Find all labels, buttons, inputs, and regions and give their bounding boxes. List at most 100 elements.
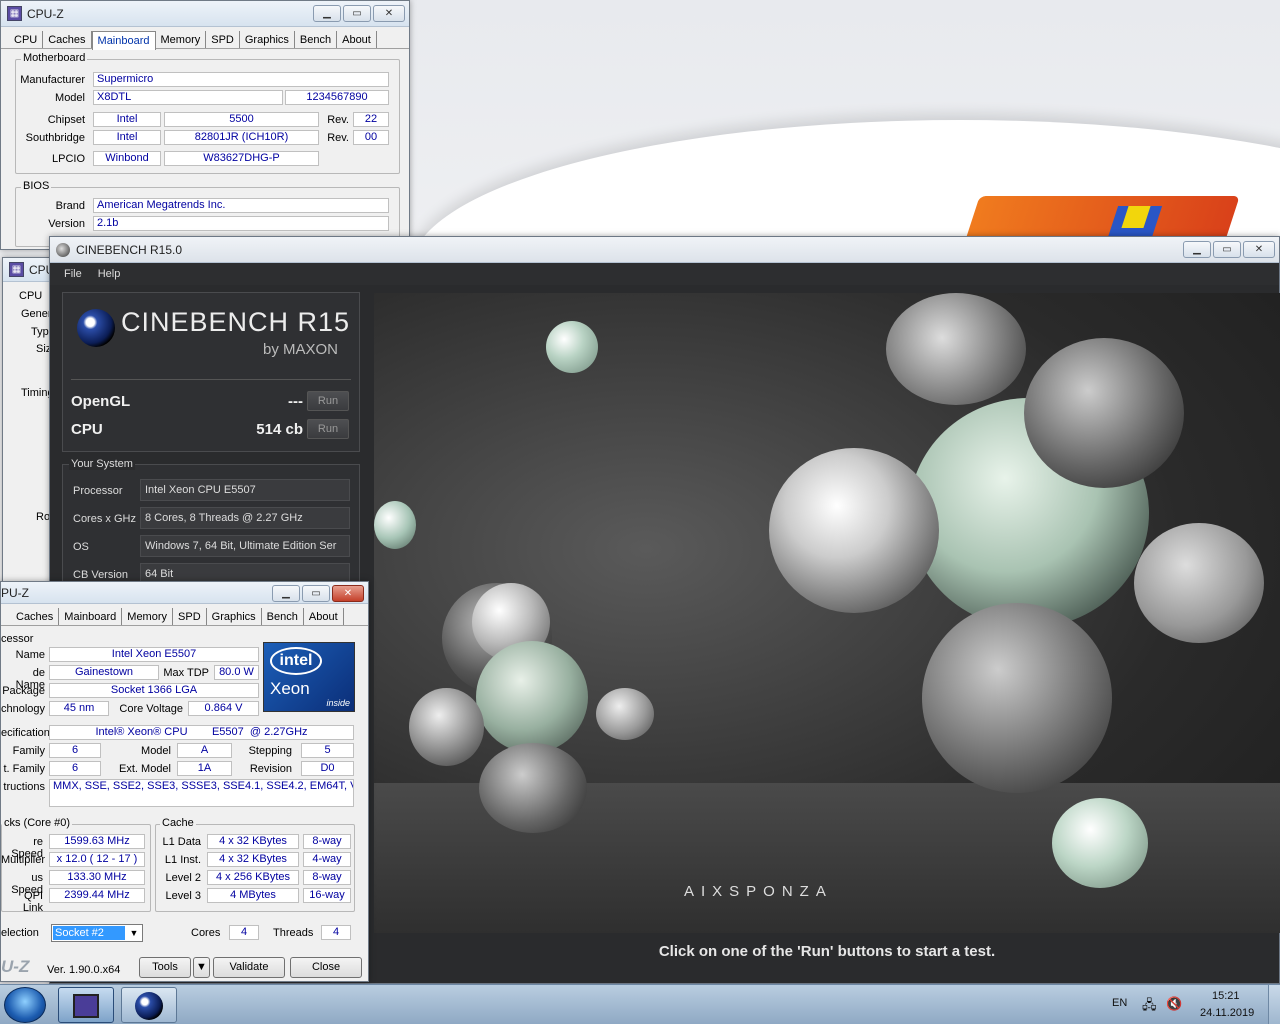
- qpi-link-label: QPI Link: [22, 890, 43, 914]
- tab-about[interactable]: About: [337, 31, 377, 48]
- tools-dropdown-chevron-icon[interactable]: ▼: [193, 957, 210, 978]
- ext-family-value: 6: [49, 761, 101, 776]
- validate-button[interactable]: Validate: [213, 957, 285, 978]
- intel-xeon-logo: intel Xeon inside: [263, 642, 355, 712]
- cpu-run-button[interactable]: Run: [307, 419, 349, 439]
- tab-mainboard[interactable]: Mainboard: [59, 608, 123, 625]
- os-value: Windows 7, 64 Bit, Ultimate Edition Ser: [140, 535, 350, 557]
- cpuz-tabs: Caches Mainboard Memory SPD Graphics Ben…: [1, 604, 368, 626]
- close-button[interactable]: ✕: [373, 5, 405, 22]
- model-serial-value: 1234567890: [285, 90, 389, 105]
- render-sphere: [479, 743, 587, 833]
- minimize-button[interactable]: ▁: [272, 585, 300, 602]
- southbridge-value: 82801JR (ICH10R): [164, 130, 319, 145]
- level2-label: Level 2: [165, 872, 201, 884]
- l1-data-way: 8-way: [303, 834, 351, 849]
- cores-value: 8 Cores, 8 Threads @ 2.27 GHz: [140, 507, 350, 529]
- socket-select[interactable]: Socket #2 ▼: [51, 924, 143, 942]
- instructions-label: tructions: [3, 781, 45, 793]
- score-panel: CINEBENCH R15 by MAXON OpenGL --- Run CP…: [62, 292, 360, 452]
- cpuz-app-icon: ▦: [7, 6, 22, 21]
- taskbar-cinebench-button[interactable]: [121, 987, 177, 1023]
- tab-cpu[interactable]: CPU: [19, 290, 42, 302]
- cpuz-tabs: CPU Caches Mainboard Memory SPD Graphics…: [1, 27, 409, 50]
- volume-muted-icon[interactable]: 🔇: [1166, 996, 1182, 1012]
- name-label: Name: [15, 649, 45, 661]
- chevron-down-icon[interactable]: ▼: [127, 926, 141, 940]
- cinebench-titlebar[interactable]: CINEBENCH R15.0 ▁ ▭ ✕: [50, 237, 1279, 263]
- render-sphere: [374, 501, 416, 549]
- close-button[interactable]: Close: [290, 957, 362, 978]
- status-message: Click on one of the 'Run' buttons to sta…: [658, 943, 996, 960]
- clock-date[interactable]: 24.11.2019: [1200, 1007, 1254, 1019]
- divider: [71, 379, 351, 380]
- maximize-button[interactable]: ▭: [302, 585, 330, 602]
- taskbar-cpuz-button[interactable]: [58, 987, 114, 1023]
- l1-inst-way: 4-way: [303, 852, 351, 867]
- model-label: Model: [141, 745, 171, 757]
- tab-about[interactable]: About: [304, 608, 344, 625]
- ext-model-label: Ext. Model: [119, 763, 171, 775]
- clock-time[interactable]: 15:21: [1212, 990, 1240, 1002]
- cpuz-mainboard-titlebar[interactable]: ▦ CPU-Z ▁ ▭ ✕: [1, 1, 409, 27]
- close-button[interactable]: ✕: [332, 585, 364, 602]
- tab-cpu[interactable]: CPU: [9, 31, 44, 48]
- tab-spd[interactable]: SPD: [173, 608, 207, 625]
- render-viewport[interactable]: AIXSPONZA: [374, 293, 1280, 933]
- lpcio-vendor: Winbond: [93, 151, 161, 166]
- minimize-button[interactable]: ▁: [1183, 241, 1211, 258]
- tab-graphics[interactable]: Graphics: [240, 31, 295, 48]
- render-sphere: [596, 688, 654, 740]
- processor-value: Intel Xeon CPU E5507: [140, 479, 350, 501]
- revision-label: Revision: [249, 763, 292, 775]
- tab-mainboard[interactable]: Mainboard: [91, 31, 156, 50]
- qpi-link-value: 2399.44 MHz: [49, 888, 145, 903]
- minimize-button[interactable]: ▁: [313, 5, 341, 22]
- cinebench-taskbar-icon: [135, 992, 163, 1020]
- cpu-label: CPU: [71, 421, 103, 438]
- close-button[interactable]: ✕: [1243, 241, 1275, 258]
- cbversion-label: CB Version: [73, 569, 129, 581]
- opengl-label: OpenGL: [71, 393, 131, 410]
- cpuz-logo: U-Z: [1, 957, 30, 976]
- southbridge-label: Southbridge: [25, 132, 85, 144]
- menu-file[interactable]: File: [64, 268, 82, 280]
- maximize-button[interactable]: ▭: [343, 5, 371, 22]
- tab-caches[interactable]: Caches: [11, 608, 60, 625]
- version-label: Ver. 1.90.0.x64: [47, 964, 121, 976]
- l1-inst-label: L1 Inst.: [164, 854, 201, 866]
- language-indicator[interactable]: EN: [1112, 997, 1127, 1009]
- start-button[interactable]: [4, 987, 46, 1023]
- manufacturer-label: Manufacturer: [20, 74, 85, 86]
- network-icon[interactable]: 🖧: [1142, 996, 1157, 1018]
- stepping-label: Stepping: [248, 745, 292, 757]
- taskbar: EN 🖧 🔇 15:21 24.11.2019: [0, 984, 1280, 1024]
- package-value: Socket 1366 LGA: [49, 683, 259, 698]
- cpuz-cpu-titlebar[interactable]: PU-Z ▁ ▭ ✕: [1, 582, 368, 604]
- menu-help[interactable]: Help: [98, 268, 121, 280]
- tab-memory[interactable]: Memory: [122, 608, 174, 625]
- tab-memory[interactable]: Memory: [156, 31, 207, 48]
- tab-graphics[interactable]: Graphics: [207, 608, 262, 625]
- show-desktop-button[interactable]: [1268, 985, 1280, 1024]
- group-label: Motherboard: [21, 52, 88, 64]
- tab-bench[interactable]: Bench: [295, 31, 338, 48]
- processor-label: Processor: [73, 485, 123, 497]
- bios-version-value: 2.1b: [93, 216, 389, 231]
- maximize-button[interactable]: ▭: [1213, 241, 1241, 258]
- tab-caches[interactable]: Caches: [43, 31, 92, 48]
- os-label: OS: [73, 541, 89, 553]
- codename-value: Gainestown: [49, 665, 159, 680]
- fragment-label: Ro: [36, 511, 51, 523]
- stepping-value: 5: [301, 743, 354, 758]
- level2-value: 4 x 256 KBytes: [207, 870, 299, 885]
- tools-button[interactable]: Tools: [139, 957, 191, 978]
- opengl-run-button[interactable]: Run: [307, 391, 349, 411]
- cpuz-cpu-window[interactable]: PU-Z ▁ ▭ ✕ Caches Mainboard Memory SPD G…: [0, 581, 369, 982]
- tab-bench[interactable]: Bench: [262, 608, 304, 625]
- cpuz-mainboard-window[interactable]: ▦ CPU-Z ▁ ▭ ✕ CPU Caches Mainboard Memor…: [0, 0, 410, 250]
- tab-spd[interactable]: SPD: [206, 31, 240, 48]
- group-label: BIOS: [21, 180, 52, 192]
- render-sphere: [476, 641, 588, 753]
- instructions-value: MMX, SSE, SSE2, SSE3, SSSE3, SSE4.1, SSE…: [49, 779, 354, 807]
